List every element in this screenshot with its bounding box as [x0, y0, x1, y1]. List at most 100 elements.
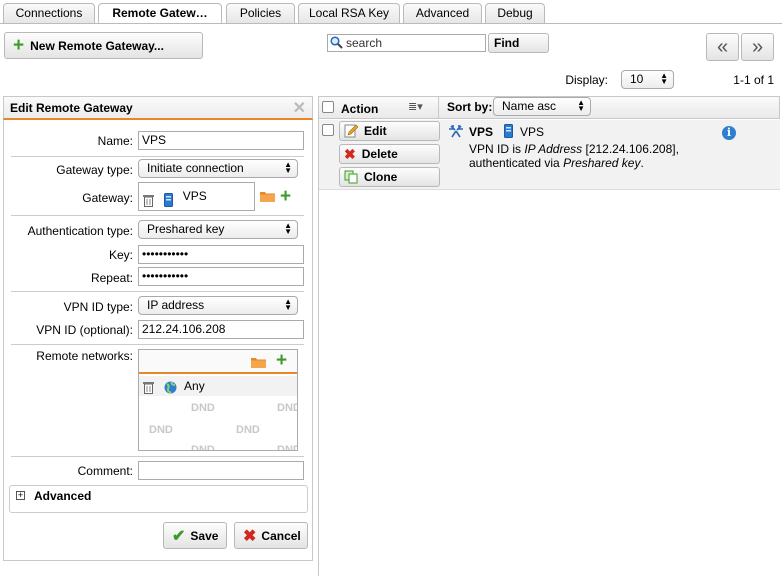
name-label: Name:	[97, 134, 133, 148]
gateway-label: Gateway:	[82, 191, 133, 205]
find-button[interactable]: Find	[488, 33, 549, 53]
remote-networks-toolbar	[139, 350, 297, 374]
desc-auth-type: Preshared key	[563, 156, 641, 170]
vpn-id-type-value: IP address	[147, 298, 205, 312]
cross-icon: ✖	[243, 527, 257, 545]
clone-button[interactable]: Clone	[339, 167, 440, 187]
vpn-id-type-select[interactable]: IP address ▲ ▼	[138, 296, 298, 315]
sort-by-value: Name asc	[502, 99, 557, 113]
advanced-section[interactable]: + Advanced	[9, 485, 308, 513]
save-button[interactable]: ✔ Save	[163, 522, 227, 549]
select-arrows-icon: ▲ ▼	[284, 160, 292, 175]
gateway-type-label: Gateway type:	[56, 163, 133, 177]
comment-label: Comment:	[77, 464, 133, 478]
host-icon	[164, 190, 174, 207]
gateway-value: VPS	[182, 189, 207, 203]
tab-connections[interactable]: Connections	[3, 3, 95, 23]
add-icon[interactable]: +	[276, 350, 287, 372]
comment-field[interactable]	[138, 461, 304, 480]
divider	[11, 344, 304, 345]
tab-debug[interactable]: Debug	[485, 3, 545, 23]
delete-label: Delete	[361, 147, 398, 161]
repeat-label: Repeat:	[90, 271, 133, 285]
authentication-type-select[interactable]: Preshared key ▲ ▼	[138, 220, 298, 239]
new-remote-gateway-button[interactable]: + New Remote Gateway...	[4, 32, 203, 59]
display-count-select[interactable]: 10 ▲ ▼	[621, 70, 674, 89]
select-arrows-icon: ▲ ▼	[660, 71, 668, 86]
vpn-id-type-label: VPN ID type:	[63, 300, 133, 314]
trash-icon[interactable]	[143, 380, 154, 395]
remote-gateway-icon	[449, 124, 463, 138]
row-checkbox[interactable]	[322, 124, 334, 136]
action-header: Action	[341, 102, 379, 116]
host-icon	[504, 124, 513, 138]
gateway-type-value: Initiate connection	[147, 161, 244, 175]
remote-network-name: Any	[184, 379, 205, 393]
dnd-watermark: DND	[277, 444, 297, 451]
display-label: Display:	[565, 73, 608, 87]
search-input[interactable]: search	[327, 34, 486, 52]
remote-networks-box[interactable]: + Any DND DND DND DND DND DND	[138, 349, 298, 451]
trash-icon[interactable]	[143, 190, 154, 208]
dnd-watermark: DND	[149, 424, 173, 436]
dnd-watermark: DND	[191, 402, 215, 414]
desc-id-value: [212.24.106.208],	[582, 142, 679, 156]
key-field[interactable]: •••••••••••	[138, 245, 304, 264]
dnd-watermark: DND	[191, 444, 215, 451]
vpn-id-label: VPN ID (optional):	[36, 323, 133, 337]
clone-icon	[344, 170, 358, 184]
folder-icon[interactable]	[251, 356, 266, 368]
edit-label: Edit	[364, 124, 387, 138]
save-label: Save	[190, 528, 219, 543]
remote-networks-label: Remote networks:	[36, 349, 133, 363]
edit-button[interactable]: Edit	[339, 121, 440, 141]
tab-remote-gateways[interactable]: Remote Gatew…	[98, 3, 222, 24]
clone-label: Clone	[364, 170, 398, 184]
header-divider	[438, 97, 439, 119]
repeat-key-field[interactable]: •••••••••••	[138, 267, 304, 286]
divider	[11, 456, 304, 457]
key-label: Key:	[108, 248, 133, 262]
remote-network-item[interactable]: Any	[139, 376, 297, 396]
expand-icon[interactable]: +	[16, 491, 25, 500]
authentication-type-value: Preshared key	[147, 222, 225, 236]
desc-auth-prefix: authenticated via	[469, 156, 564, 170]
tab-local-rsa-key[interactable]: Local RSA Key	[298, 3, 400, 23]
previous-page-button[interactable]: «	[706, 33, 739, 61]
add-icon: +	[13, 34, 25, 56]
next-page-button[interactable]: »	[741, 33, 774, 61]
info-icon[interactable]: i	[722, 126, 736, 140]
tab-policies[interactable]: Policies	[226, 3, 295, 23]
desc-suffix: .	[640, 156, 644, 170]
cancel-label: Cancel	[261, 528, 301, 543]
select-all-checkbox[interactable]	[322, 101, 334, 113]
entry-gateway: VPS	[520, 125, 545, 139]
result-range: 1-1 of 1	[733, 73, 774, 87]
gateway-type-select[interactable]: Initiate connection ▲ ▼	[138, 159, 298, 178]
sort-by-label: Sort by:	[447, 100, 493, 114]
name-field[interactable]: VPS	[138, 131, 304, 150]
close-icon[interactable]: ✕	[293, 98, 306, 118]
advanced-label: Advanced	[34, 489, 92, 503]
tab-bar-divider	[0, 23, 782, 24]
desc-id-type: IP Address	[524, 142, 583, 156]
divider	[11, 291, 304, 292]
delete-button[interactable]: ✖ Delete	[339, 144, 440, 164]
entry-description: VPN ID is IP Address [212.24.106.208], a…	[469, 142, 719, 170]
vpn-id-field[interactable]: 212.24.106.208	[138, 320, 304, 339]
select-arrows-icon: ▲ ▼	[284, 221, 292, 236]
gateway-drop-field[interactable]: VPS	[138, 182, 255, 211]
desc-prefix: VPN ID is	[469, 142, 525, 156]
dnd-watermark: DND	[277, 402, 297, 414]
panel-title: Edit Remote Gateway	[10, 101, 133, 115]
globe-icon	[164, 380, 177, 395]
folder-icon[interactable]	[260, 190, 275, 202]
tab-advanced[interactable]: Advanced	[403, 3, 482, 23]
display-count-value: 10	[630, 72, 644, 86]
divider	[11, 156, 304, 157]
cancel-button[interactable]: ✖ Cancel	[234, 522, 308, 549]
column-menu-icon[interactable]: ≣▾	[408, 100, 423, 113]
sort-by-select[interactable]: Name asc ▲ ▼	[493, 97, 591, 116]
select-arrows-icon: ▲ ▼	[577, 98, 585, 113]
add-icon[interactable]: +	[280, 186, 291, 208]
